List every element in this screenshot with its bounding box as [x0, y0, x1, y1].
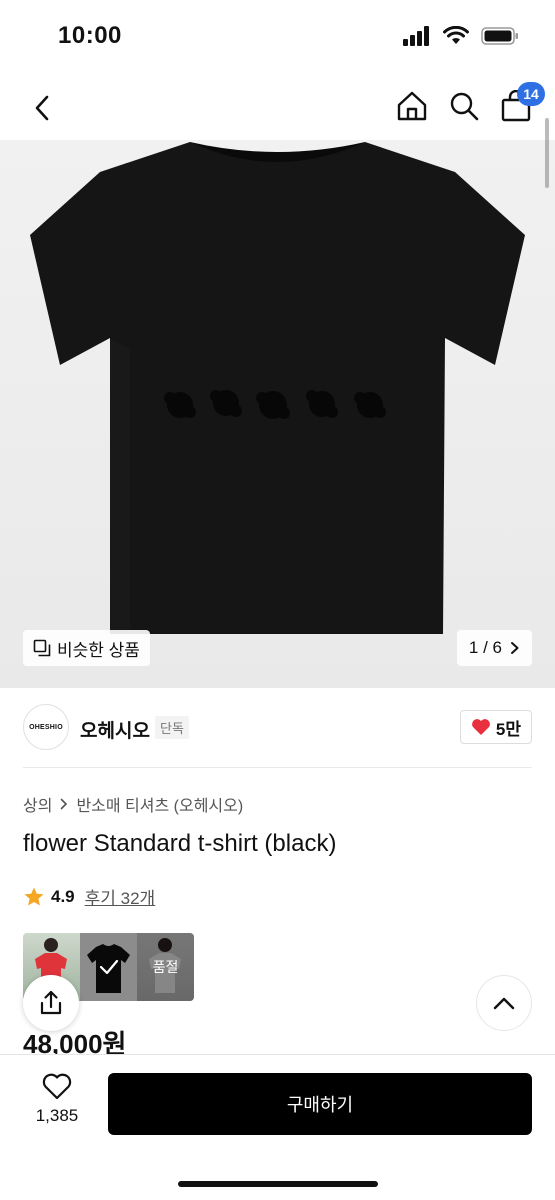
- brand-row: OHESHIO 오헤시오 단독 5만: [0, 688, 555, 768]
- similar-products-label: 비슷한 상품: [57, 640, 140, 660]
- wifi-icon: [443, 26, 469, 44]
- scroll-to-top-button[interactable]: [476, 975, 532, 1031]
- breadcrumb: 상의 반소매 티셔츠 (오헤시오): [23, 792, 243, 816]
- check-icon: [99, 959, 118, 975]
- wishlist-button[interactable]: 1,385: [22, 1073, 92, 1126]
- image-counter[interactable]: 1 / 6: [456, 630, 532, 666]
- chevron-up-icon: [493, 997, 515, 1010]
- scrollbar[interactable]: [545, 118, 549, 188]
- product-image-carousel[interactable]: 비슷한 상품 1 / 6: [0, 140, 555, 688]
- home-icon: [397, 91, 427, 121]
- rating-value: 4.9: [51, 886, 75, 906]
- home-button[interactable]: [395, 86, 429, 126]
- search-button[interactable]: [447, 86, 481, 126]
- back-button[interactable]: [22, 88, 62, 128]
- search-icon: [450, 92, 479, 121]
- signal-icon: [403, 26, 429, 46]
- review-link[interactable]: 후기 32개: [85, 884, 156, 909]
- status-time: 10:00: [58, 22, 122, 49]
- brand-like-button[interactable]: 5만: [459, 710, 532, 744]
- share-icon: [40, 990, 62, 1015]
- sold-out-overlay: 품절: [137, 933, 194, 1001]
- copy-icon: [33, 639, 51, 657]
- chevron-right-icon: [511, 642, 519, 654]
- divider: [23, 767, 532, 768]
- exclusive-badge: 단독: [155, 716, 189, 739]
- star-icon: [24, 887, 44, 905]
- similar-products-button[interactable]: 비슷한 상품: [23, 630, 150, 666]
- back-icon: [35, 95, 49, 121]
- share-button[interactable]: [23, 975, 79, 1031]
- brand-logo[interactable]: OHESHIO: [23, 704, 69, 750]
- nav-bar: 14: [0, 76, 555, 140]
- image-counter-text: 1 / 6: [468, 638, 502, 657]
- chevron-right-icon: [61, 798, 68, 810]
- sold-out-label: 품절: [152, 959, 179, 975]
- brand-logo-text: OHESHIO: [29, 723, 63, 731]
- home-indicator: [178, 1181, 378, 1187]
- variant-thumbnail-black[interactable]: [80, 933, 137, 1001]
- nav-actions: 14: [395, 82, 545, 126]
- variant-thumbnail-white[interactable]: 품절: [137, 933, 194, 1001]
- brand-name[interactable]: 오헤시오: [80, 716, 150, 743]
- heart-icon: [471, 719, 490, 735]
- rating-row: 4.9 후기 32개: [23, 884, 155, 909]
- wishlist-count: 1,385: [35, 1106, 79, 1125]
- brand-like-count: 5만: [495, 719, 521, 739]
- product-image: [30, 142, 525, 634]
- buy-button[interactable]: 구매하기: [108, 1073, 532, 1135]
- breadcrumb-subcategory[interactable]: 반소매 티셔츠 (오헤시오): [76, 792, 243, 816]
- status-bar: 10:00: [0, 0, 555, 76]
- purchase-bar: 1,385 구매하기: [0, 1054, 555, 1200]
- breadcrumb-category[interactable]: 상의: [23, 792, 52, 816]
- cart-button[interactable]: 14: [499, 82, 545, 126]
- heart-outline-icon: [42, 1073, 72, 1100]
- battery-icon: [481, 27, 518, 45]
- product-title: flower Standard t-shirt (black): [23, 830, 337, 857]
- cart-badge: 14: [517, 82, 545, 106]
- status-icons: [403, 26, 519, 46]
- selected-overlay: [80, 933, 137, 1001]
